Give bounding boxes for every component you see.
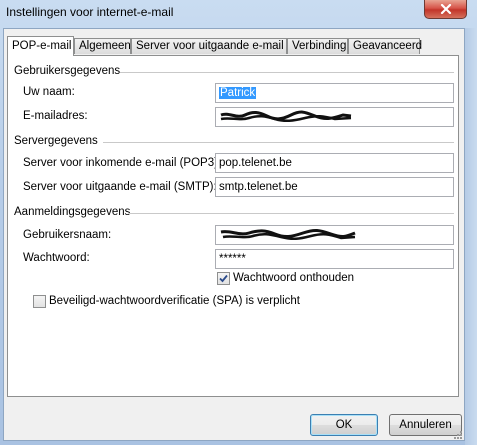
tab-geavanceerd[interactable]: Geavanceerd [348, 38, 423, 54]
tab-server-uitgaand[interactable]: Server voor uitgaande e-mail [131, 38, 287, 54]
tab-label: Server voor uitgaande e-mail [136, 40, 284, 52]
group-title-server: Servergegevens [14, 135, 98, 147]
tab-algemeen[interactable]: Algemeen [74, 38, 131, 54]
outgoing-server-label: Server voor uitgaande e-mail (SMTP): [23, 181, 217, 193]
group-title-user: Gebruikersgegevens [14, 65, 121, 77]
tab-label: POP-e-mail [12, 40, 72, 52]
group-title-login: Aanmeldingsgegevens [14, 206, 131, 218]
group-divider [129, 213, 454, 214]
tab-panel-pop-email: Gebruikersgegevens Uw naam: Patrick E-ma… [7, 55, 459, 397]
username-label: Gebruikersnaam: [23, 229, 112, 241]
group-divider [120, 72, 454, 73]
password-label: Wachtwoord: [23, 252, 90, 264]
email-label: E-mailadres: [23, 110, 88, 122]
tab-label: Geavanceerd [353, 40, 423, 52]
window-frame-right [465, 28, 477, 445]
checkmark-icon [219, 274, 228, 283]
name-input[interactable]: Patrick [215, 83, 454, 103]
ok-button[interactable]: OK [310, 414, 378, 436]
password-value: ****** [219, 253, 246, 265]
close-icon [440, 4, 451, 14]
window-title: Instellingen voor internet-e-mail [6, 5, 174, 19]
remember-password-label[interactable]: Wachtwoord onthouden [233, 272, 354, 284]
incoming-server-value: pop.telenet.be [219, 157, 292, 169]
redaction-scribble [220, 110, 352, 123]
outgoing-server-input[interactable]: smtp.telenet.be [215, 177, 454, 197]
cancel-button[interactable]: Annuleren [389, 414, 462, 436]
title-bar[interactable]: Instellingen voor internet-e-mail [0, 0, 477, 28]
tab-label: Verbinding [292, 40, 347, 52]
tab-pop-email[interactable]: POP-e-mail [7, 36, 74, 56]
tab-verbinding[interactable]: Verbinding [287, 38, 348, 54]
resize-grip-icon[interactable] [453, 430, 463, 440]
outgoing-server-value: smtp.telenet.be [219, 181, 298, 193]
password-input[interactable]: ****** [215, 249, 454, 269]
redaction-scribble [220, 229, 356, 241]
email-input[interactable] [215, 107, 454, 127]
incoming-server-input[interactable]: pop.telenet.be [215, 153, 454, 173]
incoming-server-label: Server voor inkomende e-mail (POP3): [23, 157, 222, 169]
group-divider [103, 142, 454, 143]
name-value: Patrick [219, 87, 257, 99]
name-label: Uw naam: [23, 86, 75, 98]
spa-checkbox[interactable] [33, 295, 46, 308]
spa-label[interactable]: Beveiligd-wachtwoordverificatie (SPA) is… [49, 295, 300, 307]
close-button[interactable] [424, 0, 467, 19]
tab-label: Algemeen [79, 40, 131, 52]
username-input[interactable] [215, 225, 454, 245]
remember-password-checkbox[interactable] [217, 272, 230, 285]
